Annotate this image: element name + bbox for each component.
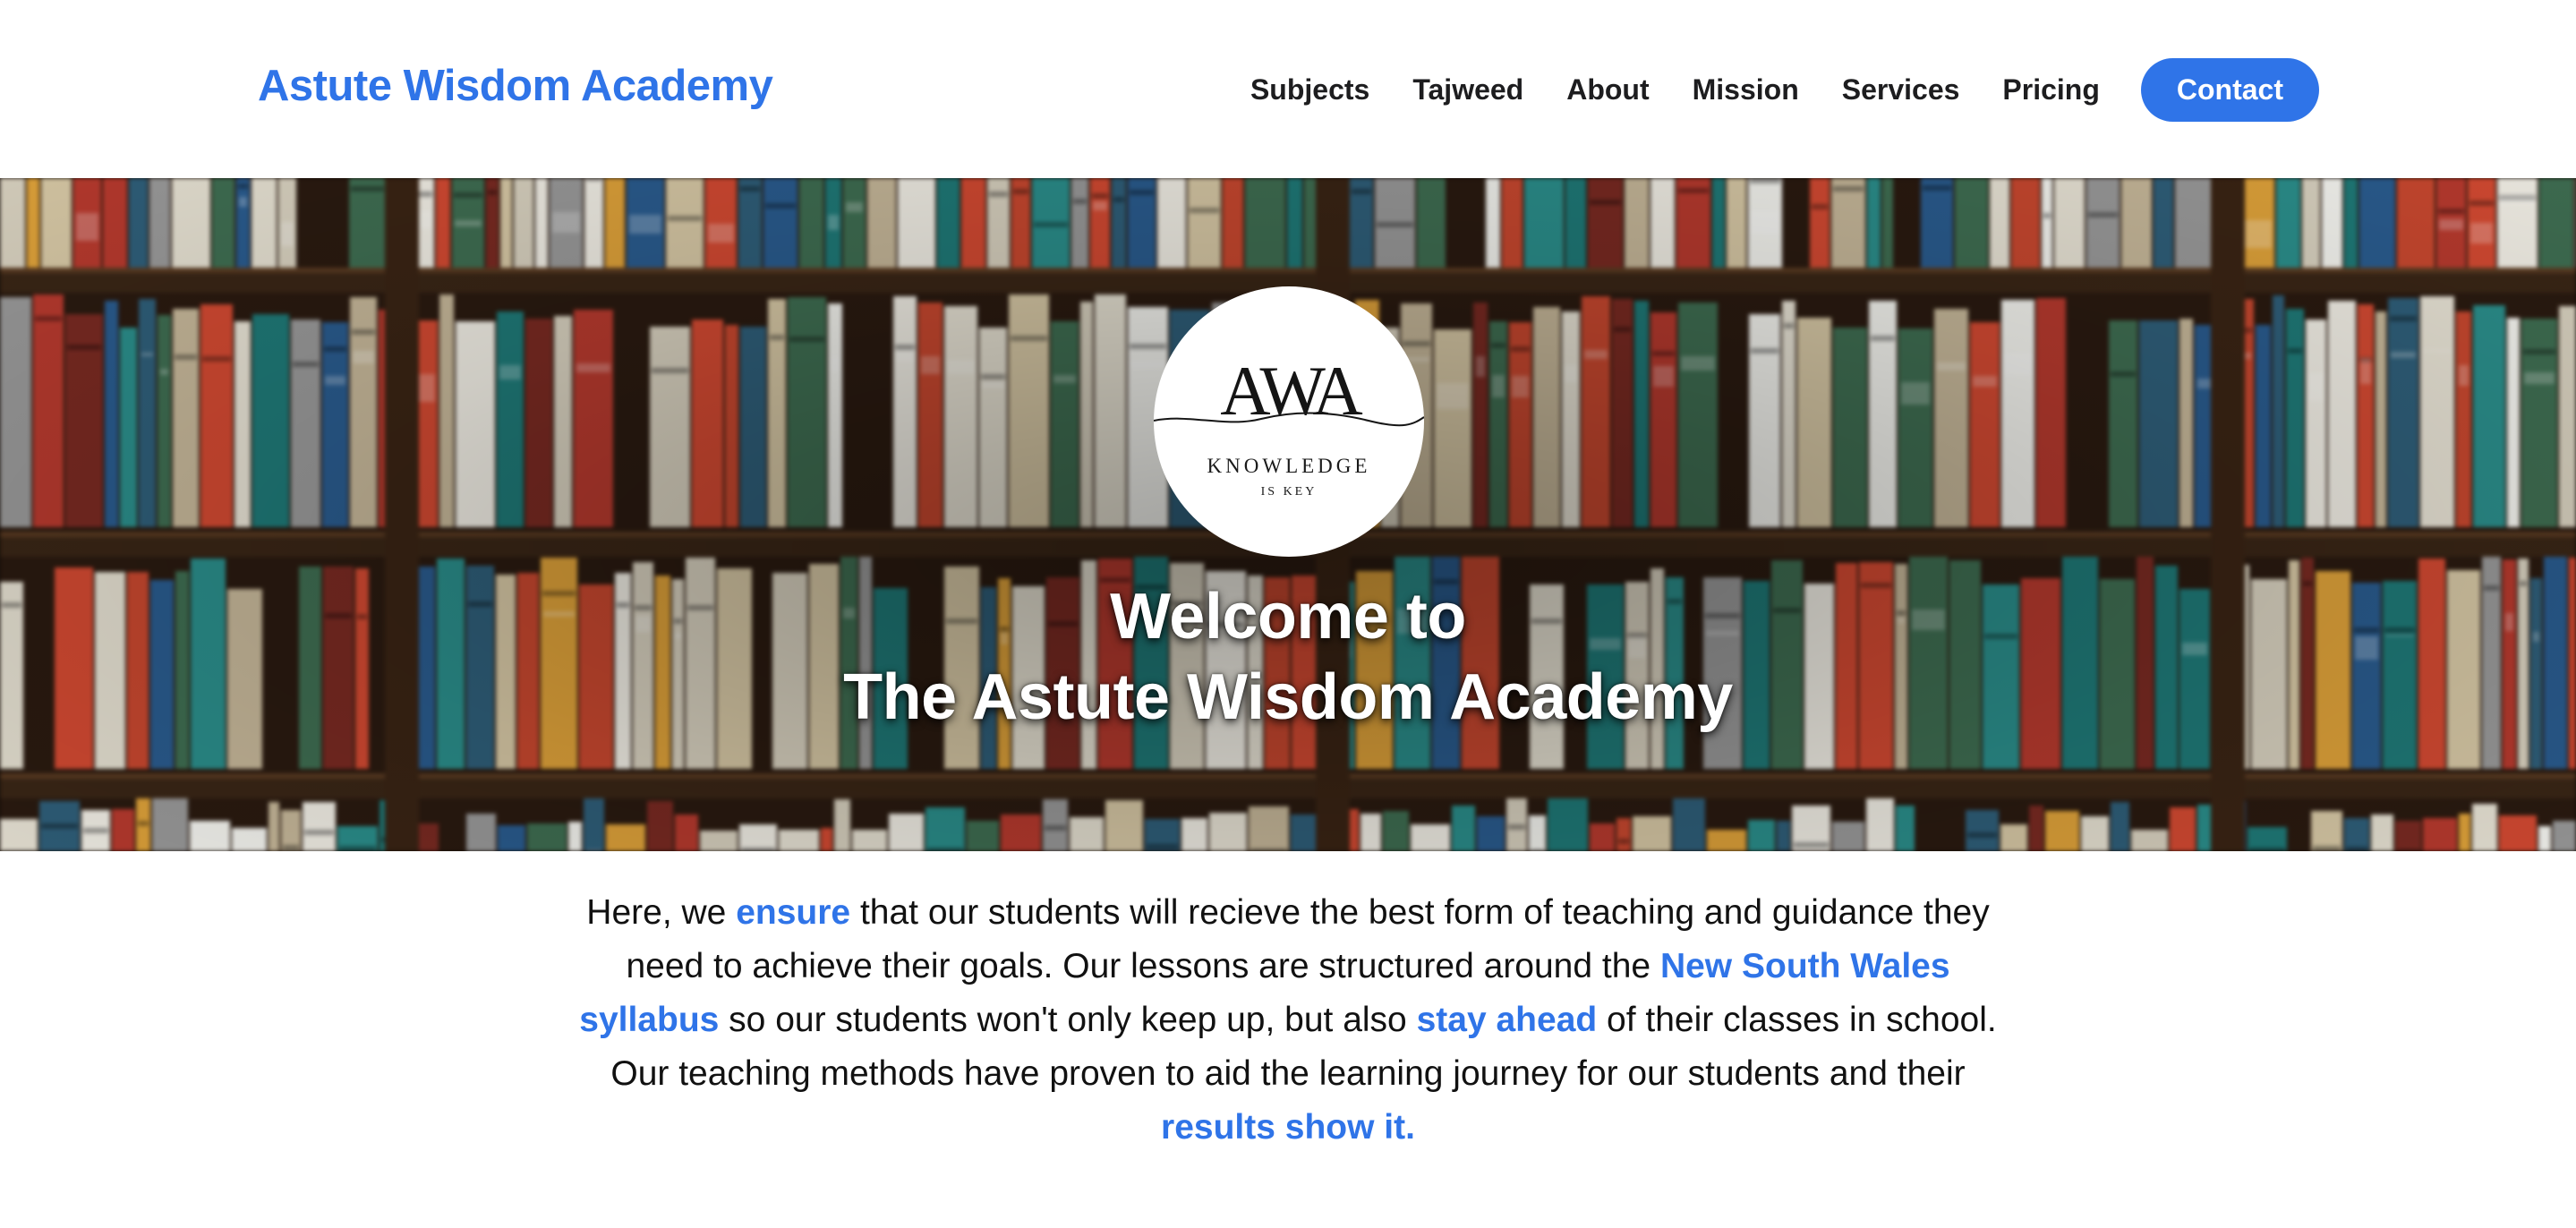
- contact-button[interactable]: Contact: [2140, 58, 2319, 122]
- intro-paragraph: Here, we ensure that our students will r…: [555, 886, 2021, 1155]
- nav-link-about[interactable]: About: [1566, 73, 1649, 107]
- nav-link-pricing[interactable]: Pricing: [2002, 73, 2099, 107]
- logo-tagline: KNOWLEDGE: [1207, 455, 1371, 477]
- logo-subtagline: IS KEY: [1260, 485, 1318, 499]
- main-nav: Subjects Tajweed About Mission Services …: [1250, 58, 2319, 122]
- intro-highlight-results: results show it.: [1161, 1108, 1415, 1147]
- brand-logo-text[interactable]: Astute Wisdom Academy: [258, 61, 773, 111]
- intro-highlight-stay-ahead: stay ahead: [1416, 1001, 1598, 1039]
- intro-highlight-ensure: ensure: [736, 893, 851, 932]
- intro-text: Here, we: [586, 893, 737, 932]
- nav-link-subjects[interactable]: Subjects: [1250, 73, 1369, 107]
- nav-link-tajweed[interactable]: Tajweed: [1412, 73, 1523, 107]
- logo-wave-line: [1154, 412, 1424, 427]
- site-header: Astute Wisdom Academy Subjects Tajweed A…: [0, 0, 2576, 178]
- hero-title-line2: The Astute Wisdom Academy: [843, 661, 1733, 733]
- hero-title: Welcome to The Astute Wisdom Academy: [0, 576, 2576, 738]
- nav-link-services[interactable]: Services: [1842, 73, 1960, 107]
- nav-link-mission[interactable]: Mission: [1693, 73, 1799, 107]
- intro-text: so our students won't only keep up, but …: [719, 1001, 1417, 1039]
- academy-logo: AWA KNOWLEDGE IS KEY: [1154, 286, 1424, 557]
- hero-title-line1: Welcome to: [1110, 581, 1466, 652]
- hero-section: AWA KNOWLEDGE IS KEY Welcome to The Astu…: [0, 178, 2576, 851]
